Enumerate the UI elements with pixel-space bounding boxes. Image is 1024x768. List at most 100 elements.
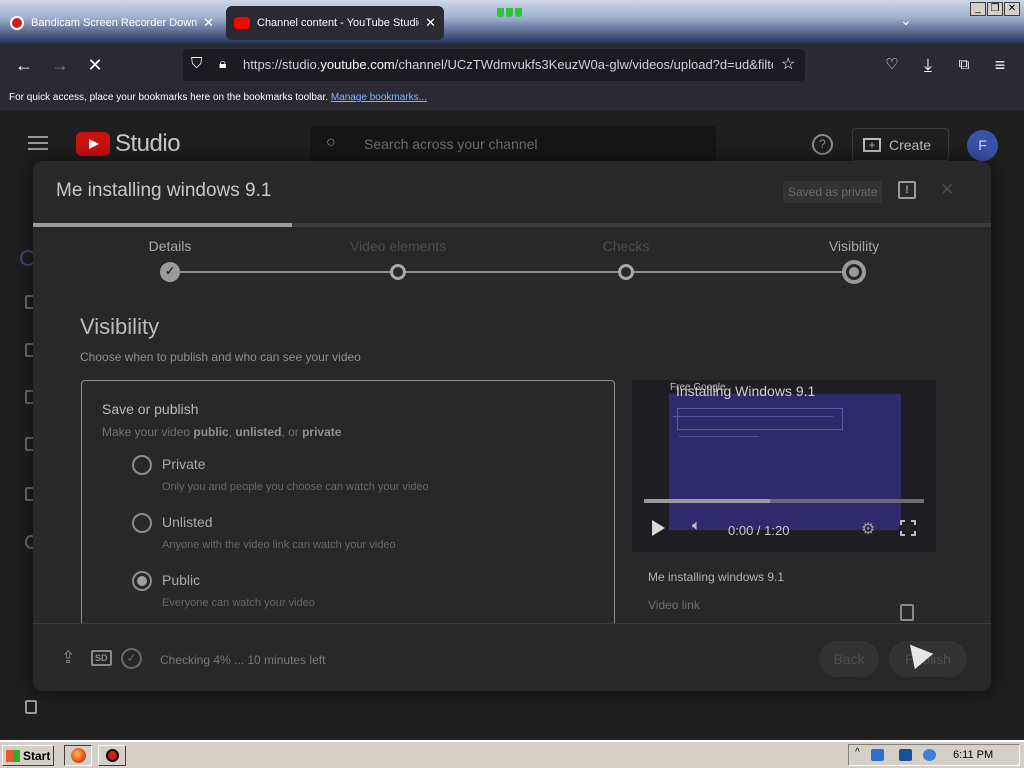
panel-title: Save or publish bbox=[102, 401, 199, 417]
radio-public-label: Public bbox=[162, 572, 201, 588]
checks-status-icon[interactable]: ✓ bbox=[121, 648, 142, 669]
radio-private-desc: Only you and people you choose can watch… bbox=[162, 481, 429, 493]
bookmarks-toolbar: For quick access, place your bookmarks h… bbox=[0, 86, 1024, 110]
upload-icon[interactable]: ⇪ bbox=[61, 648, 75, 668]
save-or-publish-panel: Save or publish Make your video public, … bbox=[81, 380, 615, 650]
forward-arrow-icon[interactable]: → bbox=[48, 53, 72, 77]
taskbar-firefox[interactable] bbox=[64, 745, 92, 766]
create-button[interactable]: + Create bbox=[852, 128, 949, 161]
list-all-tabs-icon[interactable]: ⌄ bbox=[900, 12, 912, 29]
manage-bookmarks-link[interactable]: Manage bookmarks... bbox=[331, 92, 427, 103]
url-text[interactable]: https://studio.youtube.com/channel/UCzTW… bbox=[243, 57, 773, 72]
stepper-line bbox=[170, 271, 854, 273]
search-icon: ○ bbox=[326, 134, 336, 151]
browser-tab-bar: Bandicam Screen Recorder Downlo ✕ Channe… bbox=[0, 0, 1024, 44]
tab-bandicam[interactable]: Bandicam Screen Recorder Downlo ✕ bbox=[2, 6, 222, 40]
search-input[interactable]: ○ Search across your channel bbox=[310, 126, 716, 162]
download-icon[interactable]: ⤓ bbox=[916, 53, 940, 77]
youtube-logo-icon bbox=[76, 132, 110, 156]
notch-indicator bbox=[497, 4, 527, 17]
shield-icon[interactable]: ⛉ bbox=[191, 55, 202, 72]
gear-icon[interactable]: ⚙ bbox=[861, 519, 875, 539]
video-seek-bar[interactable] bbox=[644, 499, 924, 503]
video-frame bbox=[669, 394, 901, 530]
close-window-icon[interactable]: ✕ bbox=[1004, 2, 1020, 16]
create-video-icon: + bbox=[863, 137, 881, 152]
upload-status-text: Checking 4% ... 10 minutes left bbox=[160, 653, 326, 667]
record-icon bbox=[105, 749, 119, 762]
video-link-label: Video link bbox=[648, 598, 700, 612]
help-icon[interactable]: ? bbox=[812, 134, 833, 155]
radio-private-label: Private bbox=[162, 456, 206, 472]
youtube-icon bbox=[234, 17, 250, 29]
windows-flag-icon bbox=[6, 749, 20, 762]
fullscreen-icon[interactable] bbox=[899, 519, 917, 537]
back-arrow-icon[interactable]: ← bbox=[12, 53, 36, 77]
radio-unlisted-label: Unlisted bbox=[162, 514, 213, 530]
close-icon[interactable]: ✕ bbox=[940, 180, 954, 200]
network-icon[interactable] bbox=[871, 749, 884, 761]
avatar[interactable]: F bbox=[967, 130, 998, 161]
dialog-title: Me installing windows 9.1 bbox=[56, 180, 272, 201]
window-controls: _ ❐ ✕ bbox=[970, 2, 1020, 16]
lock-icon[interactable]: 🔒︎ bbox=[219, 55, 226, 72]
close-tab-icon[interactable]: ✕ bbox=[425, 15, 436, 31]
video-preview-title: Installing Windows 9.1 bbox=[676, 383, 816, 399]
copy-icon[interactable] bbox=[900, 604, 914, 621]
step-checks-dot[interactable] bbox=[618, 264, 634, 280]
start-button[interactable]: Start bbox=[2, 745, 54, 766]
minimize-icon[interactable]: _ bbox=[970, 2, 986, 16]
stop-loading-icon[interactable]: ✕ bbox=[83, 53, 107, 77]
firefox-icon bbox=[70, 748, 86, 763]
search-placeholder: Search across your channel bbox=[364, 136, 538, 152]
step-video-elements-dot[interactable] bbox=[390, 264, 406, 280]
step-visibility-label[interactable]: Visibility bbox=[829, 238, 879, 254]
check-icon[interactable]: ✓ bbox=[160, 262, 180, 282]
close-tab-icon[interactable]: ✕ bbox=[203, 15, 214, 31]
studio-logo[interactable]: Studio bbox=[76, 130, 181, 158]
system-tray: ^ 6:11 PM bbox=[848, 744, 1020, 766]
back-button[interactable]: Back bbox=[819, 641, 879, 677]
extensions-icon[interactable]: ⧉ bbox=[952, 53, 976, 77]
video-seek-fill bbox=[644, 499, 770, 503]
video-time: 0:00 / 1:20 bbox=[728, 523, 790, 538]
display-icon[interactable] bbox=[899, 749, 912, 761]
taskbar-bandicam[interactable] bbox=[98, 745, 126, 766]
restore-icon[interactable]: ❐ bbox=[987, 2, 1003, 16]
step-checks-label[interactable]: Checks bbox=[603, 238, 650, 254]
pocket-icon[interactable]: ♡ bbox=[880, 53, 904, 77]
tab-title: Bandicam Screen Recorder Downlo bbox=[31, 17, 198, 29]
sd-quality-icon[interactable]: SD bbox=[91, 650, 112, 666]
section-title: Visibility bbox=[80, 314, 160, 339]
publish-button[interactable]: Publish bbox=[889, 641, 967, 677]
video-preview[interactable]: Free Google Installing Windows 9.1 🔈︎ 0:… bbox=[632, 380, 936, 552]
section-subtitle: Choose when to publish and who can see y… bbox=[80, 350, 361, 364]
radio-private[interactable] bbox=[132, 455, 152, 475]
radio-unlisted[interactable] bbox=[132, 513, 152, 533]
step-details-label[interactable]: Details bbox=[149, 238, 192, 254]
screen: Bandicam Screen Recorder Downlo ✕ Channe… bbox=[0, 0, 1024, 768]
step-video-elements-label[interactable]: Video elements bbox=[350, 238, 446, 254]
stepper: Details Video elements Checks Visibility… bbox=[33, 227, 991, 287]
taskbar: Start ^ 6:11 PM bbox=[0, 740, 1024, 768]
report-icon[interactable]: ! bbox=[898, 181, 916, 199]
sidebar-feedback-icon[interactable] bbox=[25, 700, 37, 714]
navigation-bar: ← → ✕ ⛉ 🔒︎ https://studio.youtube.com/ch… bbox=[0, 44, 1024, 86]
step-visibility-dot[interactable] bbox=[842, 260, 866, 284]
hamburger-menu-icon[interactable] bbox=[28, 136, 48, 150]
bandicam-icon bbox=[10, 16, 24, 30]
volume-tray-icon[interactable] bbox=[923, 749, 936, 761]
create-label: Create bbox=[889, 136, 932, 153]
radio-public[interactable] bbox=[132, 571, 152, 591]
tray-expand-icon[interactable]: ^ bbox=[855, 747, 860, 758]
volume-icon[interactable]: 🔈︎ bbox=[692, 517, 701, 534]
tab-youtube-studio[interactable]: Channel content - YouTube Studio ✕ bbox=[226, 6, 444, 40]
menu-icon[interactable]: ≡ bbox=[988, 53, 1012, 77]
panel-subtitle: Make your video public, unlisted, or pri… bbox=[102, 425, 342, 439]
bookmark-star-icon[interactable]: ☆ bbox=[781, 54, 795, 74]
url-bar[interactable]: ⛉ 🔒︎ https://studio.youtube.com/channel/… bbox=[183, 49, 805, 81]
start-label: Start bbox=[23, 748, 51, 763]
dialog-footer: ⇪ SD ✓ Checking 4% ... 10 minutes left B… bbox=[33, 623, 991, 691]
radio-public-desc: Everyone can watch your video bbox=[162, 597, 315, 609]
play-icon[interactable] bbox=[652, 520, 665, 536]
